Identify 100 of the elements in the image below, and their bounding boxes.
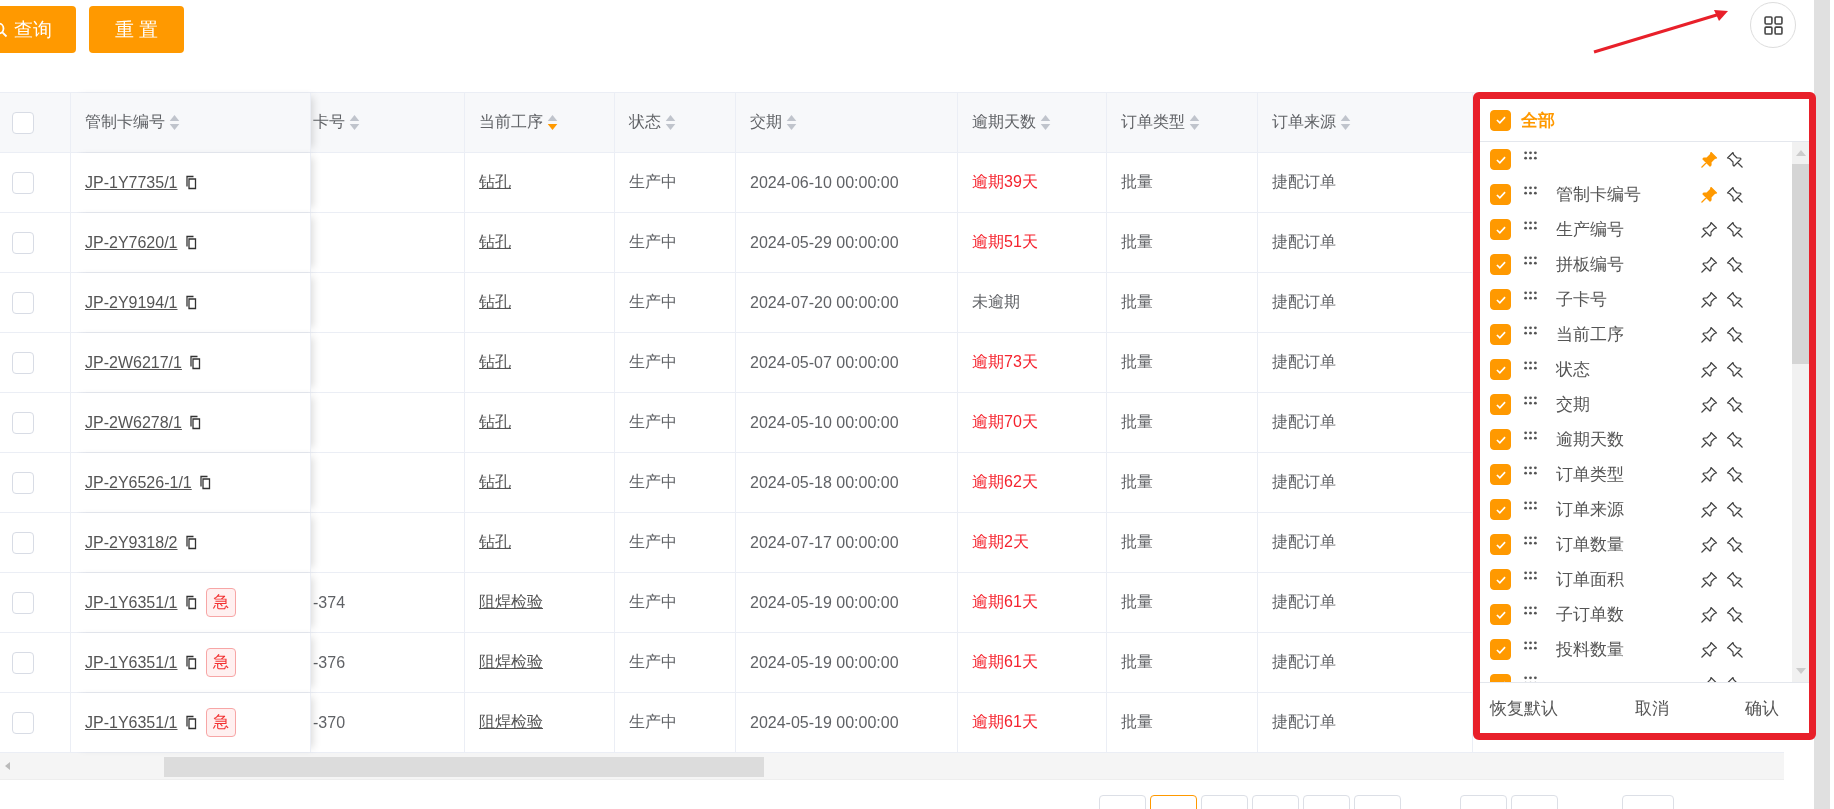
column-header[interactable]: 管制卡编号 <box>85 112 165 133</box>
column-checkbox[interactable] <box>1490 639 1511 660</box>
card-number-link[interactable]: JP-1Y6351/1 <box>85 653 178 672</box>
column-header[interactable]: 当前工序 <box>479 112 543 133</box>
pin-left-icon[interactable] <box>1700 535 1718 554</box>
copy-icon[interactable] <box>189 415 202 430</box>
pin-right-icon[interactable] <box>1726 325 1744 344</box>
column-header[interactable]: 订单类型 <box>1121 112 1185 133</box>
process-link[interactable]: 钻孔 <box>479 472 511 493</box>
copy-icon[interactable] <box>199 475 212 490</box>
pin-right-icon[interactable] <box>1726 535 1744 554</box>
card-number-link[interactable]: JP-2W6217/1 <box>85 353 182 372</box>
drag-handle-icon[interactable] <box>1524 256 1537 265</box>
pin-left-icon[interactable] <box>1700 570 1718 589</box>
pin-right-icon[interactable] <box>1726 220 1744 239</box>
column-checkbox[interactable] <box>1490 464 1511 485</box>
pin-left-icon[interactable] <box>1700 325 1718 344</box>
pin-left-icon[interactable] <box>1700 605 1718 624</box>
column-checkbox[interactable] <box>1490 254 1511 275</box>
copy-icon[interactable] <box>185 655 198 670</box>
row-checkbox[interactable] <box>12 231 34 254</box>
column-header[interactable]: 逾期天数 <box>972 112 1036 133</box>
pin-left-icon[interactable] <box>1700 360 1718 379</box>
select-all-checkbox[interactable] <box>12 111 34 134</box>
drag-handle-icon[interactable] <box>1524 571 1537 580</box>
drag-handle-icon[interactable] <box>1524 326 1537 335</box>
row-checkbox[interactable] <box>12 591 34 614</box>
card-number-link[interactable]: JP-2Y9194/1 <box>85 293 178 312</box>
drag-handle-icon[interactable] <box>1524 536 1537 545</box>
card-number-link[interactable]: JP-1Y7735/1 <box>85 173 178 192</box>
card-number-link[interactable]: JP-1Y6351/1 <box>85 713 178 732</box>
pin-right-icon[interactable] <box>1726 465 1744 484</box>
column-header[interactable]: 交期 <box>750 112 782 133</box>
process-link[interactable]: 阻焊检验 <box>479 712 543 733</box>
row-checkbox[interactable] <box>12 171 34 194</box>
card-number-link[interactable]: JP-2Y7620/1 <box>85 233 178 252</box>
process-link[interactable]: 钻孔 <box>479 292 511 313</box>
pin-left-icon[interactable] <box>1700 395 1718 414</box>
process-link[interactable]: 钻孔 <box>479 172 511 193</box>
column-checkbox[interactable] <box>1490 604 1511 625</box>
drag-handle-icon[interactable] <box>1524 641 1537 650</box>
pin-right-icon[interactable] <box>1726 500 1744 519</box>
drag-handle-icon[interactable] <box>1524 606 1537 615</box>
card-number-link[interactable]: JP-2W6278/1 <box>85 413 182 432</box>
horizontal-scrollbar[interactable] <box>0 753 1784 780</box>
row-checkbox[interactable] <box>12 531 34 554</box>
pin-right-icon[interactable] <box>1726 430 1744 449</box>
drag-handle-icon[interactable] <box>1524 361 1537 370</box>
row-checkbox[interactable] <box>12 471 34 494</box>
drag-handle-icon[interactable] <box>1524 291 1537 300</box>
column-checkbox[interactable] <box>1490 569 1511 590</box>
pin-right-icon[interactable] <box>1726 290 1744 309</box>
drag-handle-icon[interactable] <box>1524 466 1537 475</box>
process-link[interactable]: 钻孔 <box>479 232 511 253</box>
pin-right-icon[interactable] <box>1726 185 1744 204</box>
pin-right-icon[interactable] <box>1726 395 1744 414</box>
card-number-link[interactable]: JP-2Y6526-1/1 <box>85 473 192 492</box>
drag-handle-icon[interactable] <box>1524 186 1537 195</box>
row-checkbox[interactable] <box>12 351 34 374</box>
drag-handle-icon[interactable] <box>1524 396 1537 405</box>
select-all-checkbox[interactable] <box>1490 109 1511 131</box>
column-checkbox[interactable] <box>1490 324 1511 345</box>
vertical-scrollbar[interactable] <box>1814 0 1830 809</box>
column-header[interactable]: 订单来源 <box>1272 112 1336 133</box>
drag-handle-icon[interactable] <box>1524 221 1537 230</box>
pin-left-icon[interactable] <box>1700 255 1718 274</box>
card-number-link[interactable]: JP-1Y6351/1 <box>85 593 178 612</box>
copy-icon[interactable] <box>189 355 202 370</box>
column-settings-button[interactable] <box>1750 2 1796 48</box>
drag-handle-icon[interactable] <box>1524 501 1537 510</box>
process-link[interactable]: 阻焊检验 <box>479 652 543 673</box>
copy-icon[interactable] <box>185 235 198 250</box>
row-checkbox[interactable] <box>12 291 34 314</box>
column-checkbox[interactable] <box>1490 219 1511 240</box>
column-checkbox[interactable] <box>1490 534 1511 555</box>
pin-left-icon[interactable] <box>1700 500 1718 519</box>
column-header[interactable]: 卡号 <box>313 112 345 133</box>
column-checkbox[interactable] <box>1490 394 1511 415</box>
column-checkbox[interactable] <box>1490 289 1511 310</box>
copy-icon[interactable] <box>185 595 198 610</box>
pin-right-icon[interactable] <box>1726 605 1744 624</box>
pin-right-icon[interactable] <box>1726 360 1744 379</box>
row-checkbox[interactable] <box>12 651 34 674</box>
column-checkbox[interactable] <box>1490 184 1511 205</box>
column-checkbox[interactable] <box>1490 149 1511 170</box>
pin-right-icon[interactable] <box>1726 570 1744 589</box>
copy-icon[interactable] <box>185 295 198 310</box>
process-link[interactable]: 钻孔 <box>479 352 511 373</box>
copy-icon[interactable] <box>185 715 198 730</box>
row-checkbox[interactable] <box>12 711 34 734</box>
pin-right-icon[interactable] <box>1726 150 1744 169</box>
process-link[interactable]: 阻焊检验 <box>479 592 543 613</box>
pin-left-icon[interactable] <box>1700 430 1718 449</box>
copy-icon[interactable] <box>185 175 198 190</box>
drag-handle-icon[interactable] <box>1524 151 1537 160</box>
row-checkbox[interactable] <box>12 411 34 434</box>
pin-left-icon[interactable] <box>1700 465 1718 484</box>
card-number-link[interactable]: JP-2Y9318/2 <box>85 533 178 552</box>
column-checkbox[interactable] <box>1490 429 1511 450</box>
column-header[interactable]: 状态 <box>629 112 661 133</box>
